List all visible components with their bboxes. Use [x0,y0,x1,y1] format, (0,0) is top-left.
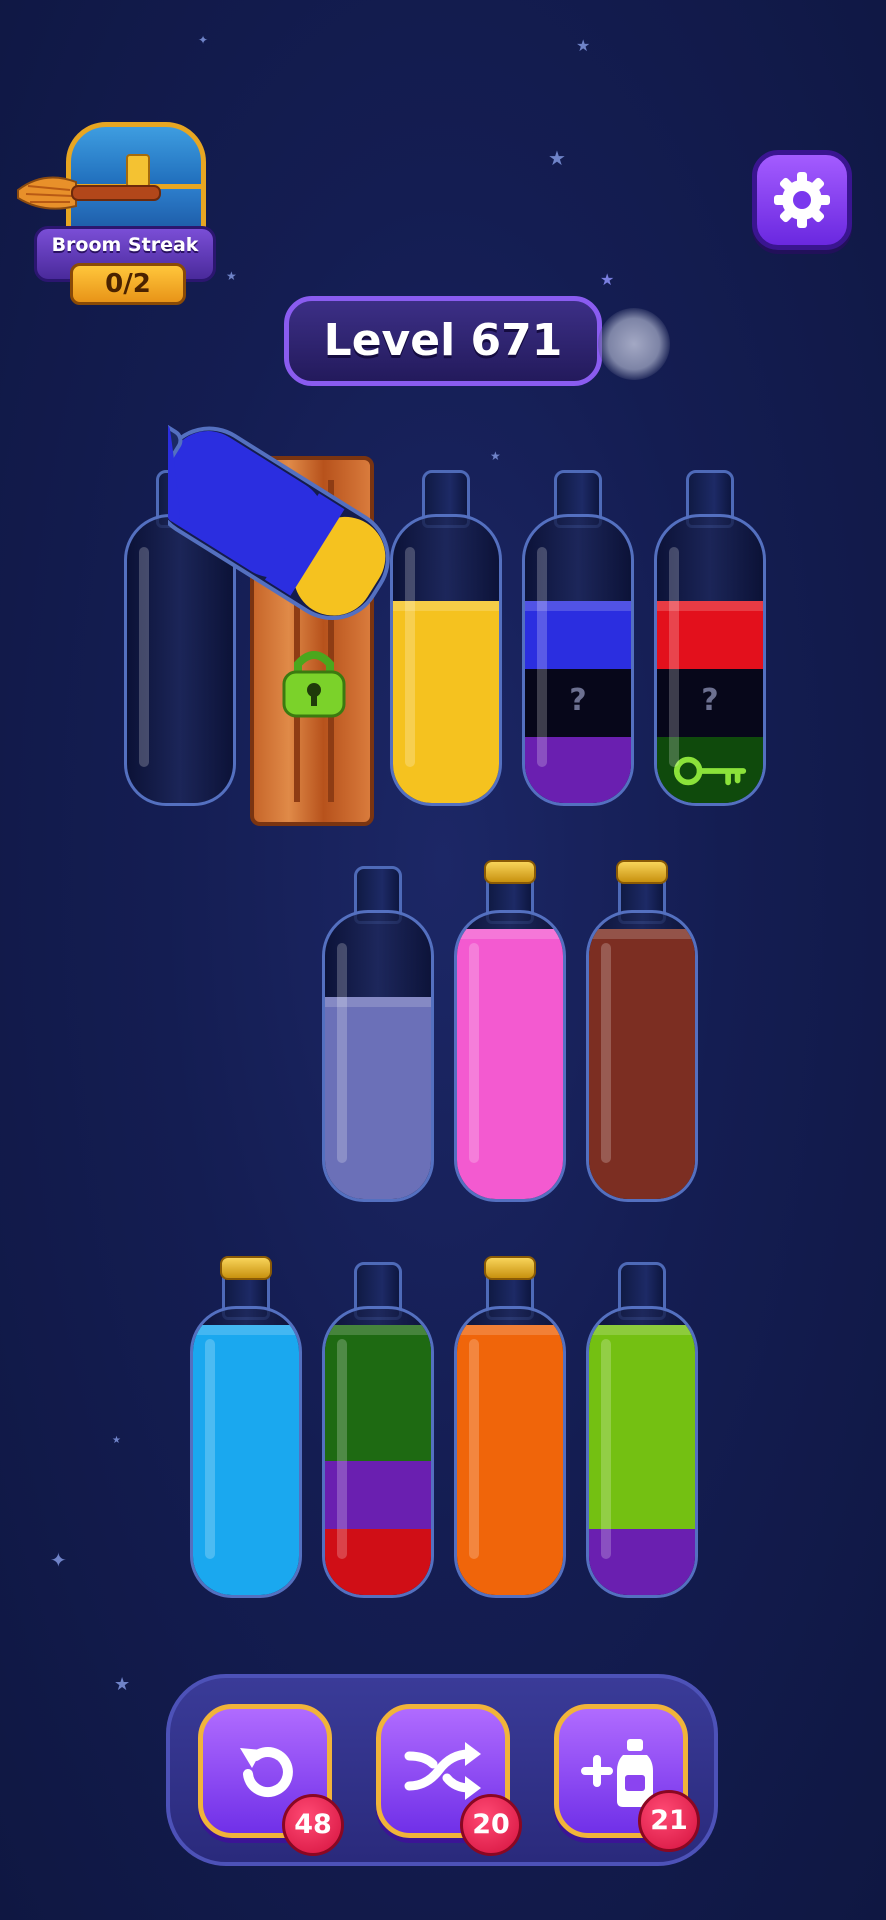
broom-streak-title: Broom Streak [51,234,199,256]
settings-button[interactable] [752,150,852,250]
undo-icon [240,1747,293,1798]
bottle-b10[interactable] [322,1262,434,1602]
glass-shine [337,1339,347,1559]
glass-shine [469,943,479,1163]
level-title: Level 671 [284,296,602,386]
bottle-body [454,910,566,1202]
bottle-body [454,1306,566,1598]
glass-shine [601,943,611,1163]
bottle-body: ? [654,514,766,806]
broom-streak-count: 0/2 [70,263,186,305]
star-icon: ★ [114,1674,131,1695]
bottle-b6[interactable] [322,866,434,1206]
bottle-body: ? [522,514,634,806]
pouring-bottle [168,411,390,621]
cork-icon [220,1256,272,1280]
bottle-body [322,1306,434,1598]
cork-icon [616,860,668,884]
bottle-body [586,1306,698,1598]
bottle-body [322,910,434,1202]
glass-shine [337,943,347,1163]
star-icon: ★ [112,1435,121,1446]
glass-shine [669,547,679,767]
gear-icon [774,172,830,228]
broom-streak-widget[interactable]: Broom Streak 0/2 [14,118,216,305]
undo-count-badge: 48 [282,1794,344,1856]
bottle-b12[interactable] [586,1262,698,1602]
star-icon: ★ [576,36,591,55]
bottle-b9[interactable] [190,1256,302,1602]
bottle-b8[interactable] [586,860,698,1206]
key-icon [673,756,747,786]
glass-shine [139,547,149,767]
glass-shine [601,1339,611,1559]
bottle-body [586,910,698,1202]
star-icon: ★ [226,269,237,283]
bottle-b7[interactable] [454,860,566,1206]
star-icon: ★ [490,449,501,463]
glass-shine [537,547,547,767]
bottle-body [190,1306,302,1598]
glass-shine [205,1339,215,1559]
bottle-b5[interactable]: ? [654,470,766,810]
star-icon: ✦ [50,1548,67,1572]
cork-icon [484,860,536,884]
glass-shine [469,1339,479,1559]
star-icon: ★ [548,146,566,170]
touch-indicator [598,308,670,380]
cork-icon [484,1256,536,1280]
star-icon: ★ [600,270,615,289]
bottle-b11[interactable] [454,1256,566,1602]
shuffle-count-badge: 20 [460,1794,522,1856]
broom-icon [17,176,161,210]
star-icon: ✦ [198,33,209,47]
add-bottle-count-badge: 21 [638,1790,700,1852]
bottle-b4[interactable]: ? [522,470,634,810]
shuffle-icon [404,1742,481,1800]
